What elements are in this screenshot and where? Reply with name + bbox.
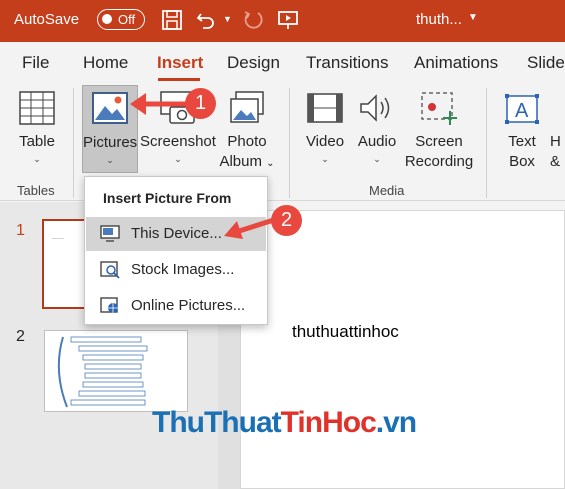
audio-button[interactable]: Audio ⌄ [352,85,402,173]
present-icon[interactable] [277,9,299,31]
undo-icon[interactable] [195,9,217,31]
powerpoint-window: AutoSave Off ▼ thuth... ▼ File Home Inse… [0,0,565,489]
photo-album-label-1: Photo [227,133,267,150]
menu-item-label: This Device... [131,225,222,242]
header-footer-label-2: & [550,153,561,170]
online-pictures-icon [100,297,118,313]
chevron-down-icon: ⌄ [321,154,329,164]
title-bar: AutoSave Off ▼ thuth... ▼ [0,0,565,42]
text-box-icon: A [505,94,539,124]
screen-recording-label-1: Screen [415,133,463,150]
menu-item-label: Stock Images... [131,261,235,278]
group-divider [289,88,290,198]
slide-number: 1 [16,222,25,239]
tab-transitions[interactable]: Transitions [306,53,389,73]
video-label: Video [305,133,345,150]
this-device-icon [100,225,120,242]
pictures-label: Pictures [83,134,138,151]
toggle-state: Off [118,12,136,27]
annotation-badge-1: 1 [185,88,216,119]
save-icon[interactable] [161,9,183,31]
slide-canvas[interactable] [240,210,565,489]
text-box-button[interactable]: A Text Box [494,85,550,173]
watermark-logo: ThuThuatTinHoc.vn [152,406,417,440]
video-icon [307,93,343,123]
photo-album-label-2: Album ⌄ [219,153,275,170]
stock-images-icon [100,261,120,279]
table-icon [19,91,55,125]
group-divider [486,88,487,198]
header-footer-button[interactable]: H & [550,85,565,173]
chevron-down-icon: ⌄ [33,154,41,164]
chevron-down-icon: ⌄ [373,154,381,164]
table-label: Table [19,133,55,150]
menu-header: Insert Picture From [103,190,232,206]
menu-item-online-pictures[interactable]: Online Pictures... [86,289,266,323]
annotation-badge-2: 2 [271,205,302,236]
thumbnail-diagram [57,336,148,408]
watermark-part-1: ThuThuat [152,406,282,439]
tab-home[interactable]: Home [83,53,128,73]
screen-recording-label-2: Recording [404,153,474,170]
text-box-label-2: Box [509,153,535,170]
svg-text:A: A [515,100,529,122]
screen-recording-button[interactable]: Screen Recording [402,85,476,173]
tab-file[interactable]: File [22,53,49,73]
ribbon-tabs: File Home Insert Design Transitions Anim… [0,42,565,82]
text-box-label-1: Text [508,133,536,150]
group-divider [73,88,74,198]
audio-icon [360,94,390,122]
annotation-arrow-1 [130,93,188,115]
insert-picture-menu: Insert Picture From This Device... Stock… [84,176,268,325]
slide-number: 2 [16,328,25,345]
table-button[interactable]: Table ⌄ [10,85,64,173]
title-chevron-icon[interactable]: ▼ [468,12,478,23]
tab-design[interactable]: Design [227,53,280,73]
toggle-knob [102,14,112,24]
active-tab-indicator [158,78,200,81]
chevron-down-icon: ⌄ [106,155,114,165]
slide-text[interactable]: thuthuattinhoc [292,322,399,342]
menu-item-stock-images[interactable]: Stock Images... [86,253,266,287]
chevron-down-icon: ⌄ [174,154,182,164]
group-label-media: Media [369,183,405,198]
audio-label: Audio [357,133,397,150]
photo-album-icon [230,91,264,123]
autosave-label: AutoSave [14,11,80,28]
undo-dropdown-icon[interactable]: ▼ [223,14,232,24]
pictures-icon [92,92,128,124]
video-button[interactable]: Video ⌄ [297,85,353,173]
autosave-toggle[interactable]: Off [97,9,145,30]
thumbnail-text: ——— [52,235,64,240]
tab-slide[interactable]: Slide [527,53,565,73]
watermark-part-3: .vn [375,406,417,439]
document-title[interactable]: thuth... [416,11,462,28]
redo-icon[interactable] [242,9,264,31]
screen-recording-icon [421,92,457,125]
photo-album-button[interactable]: Photo Album ⌄ [216,85,278,173]
tab-insert[interactable]: Insert [157,53,203,73]
header-footer-label-1: H [550,133,561,150]
photo-album-label-text: Album [219,153,262,170]
tab-animations[interactable]: Animations [414,53,498,73]
screenshot-label: Screenshot [140,133,216,150]
slide-thumbnail-2[interactable] [44,330,188,412]
group-label-tables: Tables [17,183,55,198]
menu-item-label: Online Pictures... [131,297,246,314]
watermark-part-2: TinHoc [280,406,377,439]
